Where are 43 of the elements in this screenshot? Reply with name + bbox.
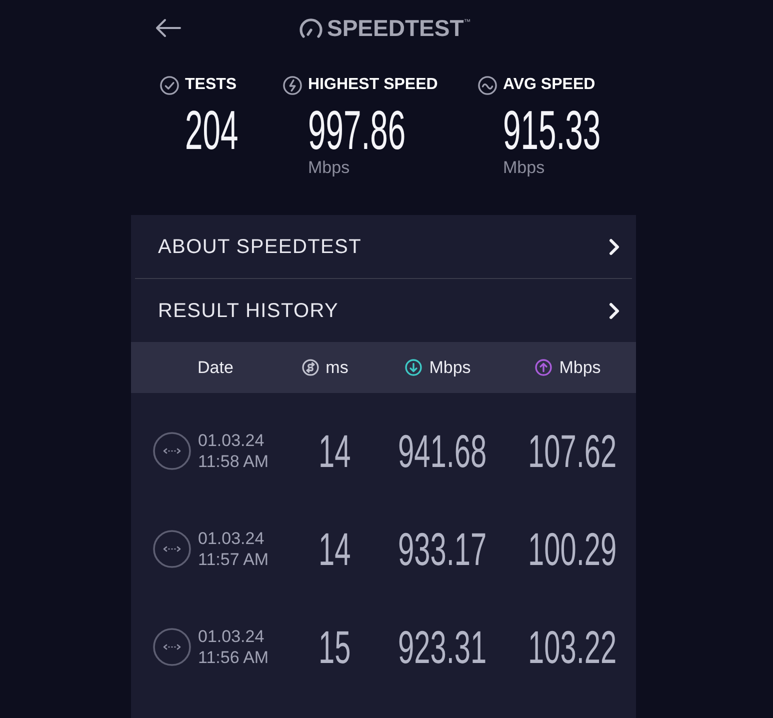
column-header: Mbps	[559, 356, 601, 379]
lightning-circle-icon	[283, 76, 302, 94]
stat-value: 204	[185, 103, 238, 158]
ping-value: 14	[318, 526, 352, 572]
test-date: 01.03.24	[198, 430, 266, 451]
column-header: Date	[198, 356, 234, 379]
stat-unit: Mbps	[503, 158, 545, 178]
back-arrow-icon	[155, 18, 181, 38]
test-time: 11:57 AM	[198, 549, 269, 570]
upload-value: 107.62	[528, 428, 616, 474]
stat-value: 915.33	[503, 103, 601, 158]
stat-value: 997.86	[308, 103, 406, 158]
upload-value: 100.29	[528, 526, 616, 572]
download-value: 923.31	[398, 624, 486, 670]
brackets-circle-icon	[153, 530, 191, 568]
logo-wordmark: SPEEDTEST$^{™}$	[327, 16, 471, 40]
test-date: 01.03.24	[198, 528, 266, 549]
test-time: 11:56 AM	[198, 647, 269, 668]
brackets-circle-icon	[153, 628, 191, 666]
menu-item[interactable]: ABOUT SPEEDTEST	[131, 215, 636, 278]
gauge-icon	[299, 17, 323, 39]
test-date: 01.03.24	[198, 626, 266, 647]
download-circle-icon	[405, 359, 422, 376]
ping-value: 15	[318, 624, 352, 670]
wave-circle-icon	[478, 76, 497, 94]
brackets-circle-icon	[153, 432, 191, 470]
stat-label: AVG SPEED	[503, 75, 596, 95]
chevron-right-icon	[608, 302, 620, 320]
download-value: 941.68	[398, 428, 486, 474]
stat-label: TESTS	[185, 75, 237, 95]
column-header: Mbps	[429, 356, 471, 379]
test-time: 11:58 AM	[198, 451, 269, 472]
download-value: 933.17	[398, 526, 486, 572]
column-header: ms	[326, 356, 348, 379]
ping-value: 14	[318, 428, 352, 474]
upload-circle-icon	[535, 359, 552, 376]
upload-value: 103.22	[528, 624, 616, 670]
stat-label: HIGHEST SPEED	[308, 75, 438, 95]
ping-circle-icon	[302, 359, 319, 376]
check-circle-icon	[160, 76, 179, 94]
menu-item[interactable]: RESULT HISTORY	[131, 279, 636, 342]
chevron-right-icon	[608, 238, 620, 256]
stat-unit: Mbps	[308, 158, 350, 178]
